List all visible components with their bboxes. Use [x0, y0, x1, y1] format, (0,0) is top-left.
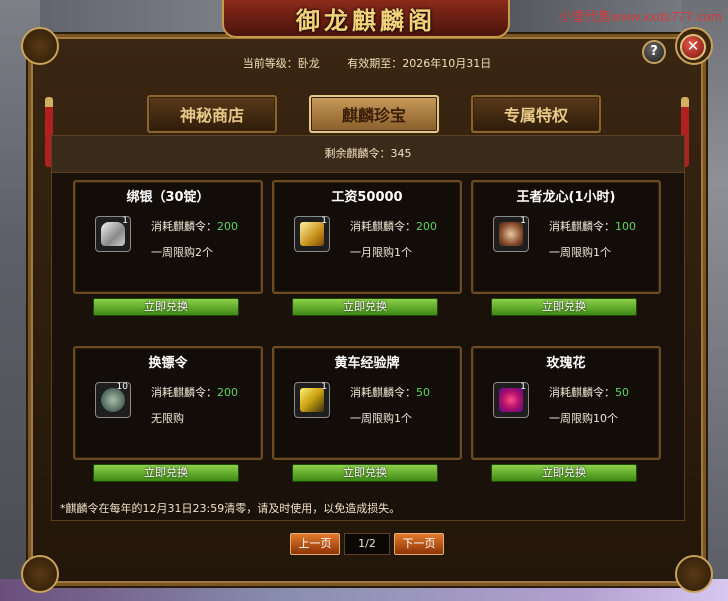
item-count: 1 — [520, 216, 526, 226]
item-limit: 一周限购1个 — [549, 246, 611, 259]
escort-token-icon[interactable]: 10 — [95, 382, 131, 418]
redeem-button[interactable]: 立即兑换 — [491, 298, 637, 316]
item-count: 1 — [321, 382, 327, 392]
item-card: 工资50000 1 消耗麒麟令：200 一月限购1个 — [272, 180, 462, 294]
item-limit: 一周限购1个 — [350, 412, 412, 425]
pagination: 上一页 1/2 下一页 — [31, 533, 703, 555]
item-card: 黄车经验牌 1 消耗麒麟令：50 一周限购1个 — [272, 346, 462, 460]
tab-exclusive-privilege[interactable]: 专属特权 — [471, 95, 601, 133]
item-cost: 消耗麒麟令：200 — [151, 386, 238, 399]
redeem-button[interactable]: 立即兑换 — [292, 464, 438, 482]
tab-mystery-shop[interactable]: 神秘商店 — [147, 95, 277, 133]
item-cost: 消耗麒麟令：200 — [151, 220, 238, 233]
watermark-text: 小雪代售www.xxds777.com — [558, 9, 722, 24]
gold-wage-icon[interactable]: 1 — [294, 216, 330, 252]
dialog-window: 当前等级：卧龙 有效期至：2026年10月31日 神秘商店 麒麟珍宝 专属特权 … — [21, 27, 713, 593]
item-limit: 一月限购1个 — [350, 246, 412, 259]
rose-icon[interactable]: 1 — [493, 382, 529, 418]
item-cost: 消耗麒麟令：50 — [350, 386, 430, 399]
item-count: 1 — [321, 216, 327, 226]
close-icon[interactable]: ✕ — [680, 34, 706, 60]
item-count: 1 — [520, 382, 526, 392]
tab-qilin-treasure[interactable]: 麒麟珍宝 — [309, 95, 439, 133]
silver-ingot-icon[interactable]: 1 — [95, 216, 131, 252]
item-count: 1 — [122, 216, 128, 226]
item-cost: 消耗麒麟令：200 — [350, 220, 437, 233]
item-card: 玫瑰花 1 消耗麒麟令：50 一周限购10个 — [471, 346, 661, 460]
header-info: 当前等级：卧龙 有效期至：2026年10月31日 — [31, 55, 703, 71]
redeem-button[interactable]: 立即兑换 — [93, 464, 239, 482]
item-count: 10 — [116, 382, 128, 392]
redeem-button[interactable]: 立即兑换 — [491, 464, 637, 482]
item-cost: 消耗麒麟令：50 — [549, 386, 629, 399]
item-title: 王者龙心(1小时) — [516, 190, 616, 205]
prev-page-button[interactable]: 上一页 — [290, 533, 340, 555]
next-page-button[interactable]: 下一页 — [394, 533, 444, 555]
expiry-date: 有效期至：2026年10月31日 — [347, 57, 492, 70]
item-title: 玫瑰花 — [546, 356, 586, 371]
window-title-plate: 御龙麒麟阁 — [222, 0, 510, 38]
item-card: 换镖令 10 消耗麒麟令：200 无限购 — [73, 346, 263, 460]
window-title: 御龙麒麟阁 — [296, 5, 436, 35]
tab-bar: 神秘商店 麒麟珍宝 专属特权 — [147, 95, 601, 133]
item-title: 工资50000 — [331, 190, 403, 205]
item-title: 绑银（30锭） — [126, 190, 210, 205]
item-limit: 无限购 — [151, 412, 184, 425]
exp-plaque-icon[interactable]: 1 — [294, 382, 330, 418]
page-indicator: 1/2 — [344, 533, 390, 555]
redeem-button[interactable]: 立即兑换 — [292, 298, 438, 316]
help-icon[interactable]: ? — [642, 40, 666, 64]
item-card: 绑银（30锭） 1 消耗麒麟令：200 一周限购2个 — [73, 180, 263, 294]
item-title: 黄车经验牌 — [334, 356, 400, 371]
reset-notice: *麒麟令在每年的12月31日23:59清零，请及时使用，以免造成损失。 — [60, 502, 401, 515]
item-limit: 一周限购10个 — [549, 412, 618, 425]
remaining-tokens: 剩余麒麟令：345 — [52, 136, 684, 173]
corner-ornament-icon — [21, 555, 59, 593]
item-title: 换镖令 — [148, 356, 188, 371]
treasure-panel: 剩余麒麟令：345 绑银（30锭） 1 消耗麒麟令：200 一周限购2个 工资5… — [51, 135, 685, 521]
item-limit: 一周限购2个 — [151, 246, 213, 259]
item-card: 王者龙心(1小时) 1 消耗麒麟令：100 一周限购1个 — [471, 180, 661, 294]
current-level: 当前等级：卧龙 — [242, 57, 320, 70]
corner-ornament-icon — [675, 555, 713, 593]
item-cost: 消耗麒麟令：100 — [549, 220, 636, 233]
redeem-button[interactable]: 立即兑换 — [93, 298, 239, 316]
dragon-heart-icon[interactable]: 1 — [493, 216, 529, 252]
